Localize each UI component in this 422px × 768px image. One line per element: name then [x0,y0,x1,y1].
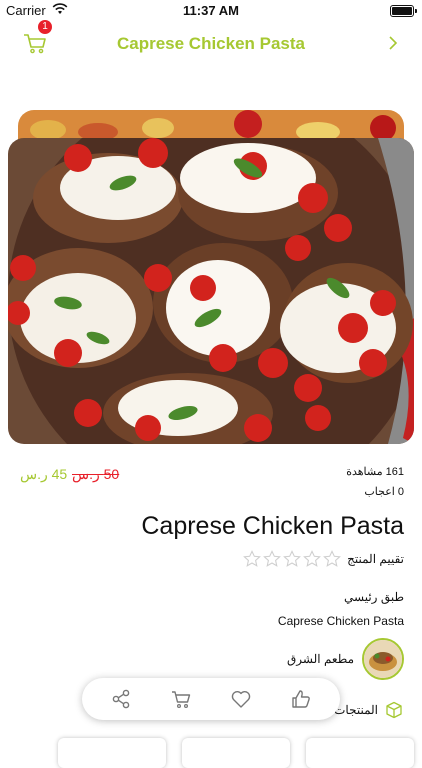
views-count: 161 مشاهدة [346,466,404,478]
page-title: Caprese Chicken Pasta [116,34,306,53]
star-icon[interactable] [303,550,322,568]
restaurant-name: مطعم الشرق [286,652,354,666]
restaurant-avatar[interactable] [362,638,404,680]
price-row: 45 ر.س 50 ر.س 161 مشاهدة 0 اعجاب [0,458,422,498]
related-product-card[interactable] [58,738,166,768]
star-icon[interactable] [283,550,302,568]
clock: 11:37 AM [183,3,239,18]
likes-count: 0 اعجاب [364,486,404,498]
box-icon [386,701,402,719]
product-subtitle: Caprese Chicken Pasta [277,614,404,628]
product-image[interactable] [8,138,414,444]
thumbs-up-icon[interactable] [290,688,312,710]
cart-icon[interactable] [170,688,192,710]
share-icon[interactable] [110,688,132,710]
star-icon[interactable] [263,550,282,568]
cart-badge: 1 [38,20,52,34]
price-current: 45 ر.س [20,466,68,482]
product-name: Caprese Chicken Pasta [141,512,404,540]
product-stats: 161 مشاهدة 0 اعجاب [346,462,404,502]
battery-icon [390,5,417,17]
star-icon[interactable] [243,550,262,568]
star-icon[interactable] [323,550,342,568]
rating-label: تقييم المنتج [347,552,404,566]
related-product-card[interactable] [306,738,414,768]
chevron-right-icon[interactable] [386,34,400,52]
restaurant-row[interactable]: مطعم الشرق [287,638,404,680]
rating-row: تقييم المنتج [241,548,404,570]
nav-bar: 1 Caprese Chicken Pasta [0,20,422,62]
related-products-list [0,738,422,768]
price-original: 50 ر.س [72,466,120,482]
product-category: طبق رئيسي [344,590,404,604]
heart-icon[interactable] [230,688,252,710]
related-product-card[interactable] [182,738,290,768]
action-bar [82,678,340,720]
status-bar: Carrier 11:37 AM [0,0,422,22]
